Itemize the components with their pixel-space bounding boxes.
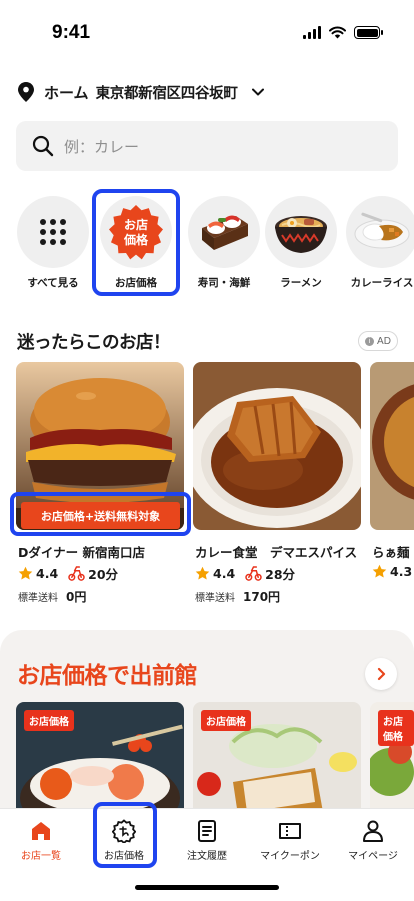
fee-value: 0円: [66, 590, 87, 604]
category-curry[interactable]: カレーライス: [339, 190, 414, 294]
store-meta: 4.4 20分: [18, 564, 118, 583]
nav-label: マイページ: [348, 851, 398, 862]
chevron-down-icon: [251, 88, 264, 96]
food-card[interactable]: お店価格: [193, 702, 361, 822]
nav-item-my-coupons[interactable]: マイクーポン: [249, 809, 331, 869]
store-price-section-title: お店価格で出前館: [17, 663, 198, 689]
category-label: すべて見る: [27, 277, 79, 289]
category-all[interactable]: すべて見る: [10, 190, 96, 294]
location-address: 東京都新宿区四谷坂町: [95, 85, 238, 102]
search-placeholder: 例：カレー: [64, 137, 140, 156]
store-meta: 4.3: [372, 564, 412, 579]
nav-focus-highlight: [93, 802, 157, 868]
status-icons: [303, 26, 383, 39]
battery-icon: [354, 26, 383, 39]
section-more-button[interactable]: [365, 658, 397, 690]
info-icon: i: [365, 336, 375, 346]
coupon-icon: [279, 823, 301, 839]
star-icon: [18, 566, 33, 580]
category-sushi[interactable]: 寿司・海鮮: [181, 190, 267, 294]
store-fee: 標準送料 170円: [195, 588, 280, 605]
curry-icon: [346, 196, 414, 268]
chevron-right-icon: [377, 667, 386, 681]
person-icon: [363, 820, 383, 842]
ramen-icon: [265, 196, 337, 268]
store-rating: 4.3: [390, 564, 413, 579]
nav-item-order-history[interactable]: 注文履歴: [166, 809, 248, 869]
store-card[interactable]: カレー食堂 デマエスパイス 4.4 28分 標準送料 170円: [193, 362, 361, 607]
home-indicator: [135, 885, 279, 890]
store-delivery-time: 28分: [265, 567, 296, 582]
category-label: 寿司・海鮮: [197, 277, 251, 289]
search-icon: [32, 135, 54, 157]
fee-value: 170円: [243, 590, 281, 604]
star-icon: [372, 564, 387, 578]
category-ramen[interactable]: ラーメン: [258, 190, 344, 294]
nav-label: マイクーポン: [260, 851, 320, 862]
home-icon: [32, 822, 50, 840]
ad-label: AD: [377, 335, 391, 347]
delivery-location-selector[interactable]: ホーム 東京都新宿区四谷坂町: [18, 78, 266, 106]
wifi-icon: [329, 26, 346, 39]
nav-item-my-page[interactable]: マイページ: [332, 809, 414, 869]
grid-icon: [17, 196, 89, 268]
delivery-bike-icon: [245, 566, 262, 581]
store-meta: 4.4 28分: [195, 564, 295, 583]
store-rating: 4.4: [213, 566, 236, 581]
recommended-section-title: 迷ったらこのお店！: [17, 333, 171, 353]
store-image-ramen: [370, 362, 414, 530]
store-name: Dダイナー 新宿南口店: [18, 545, 145, 560]
fee-label: 標準送料: [18, 593, 58, 604]
category-label: ラーメン: [280, 277, 322, 289]
signal-icon: [303, 26, 321, 39]
store-price-tag: お店価格: [24, 710, 74, 731]
sushi-icon: [188, 196, 260, 268]
promo-focus-highlight: [10, 492, 191, 536]
search-input[interactable]: 例：カレー: [16, 121, 398, 171]
store-price-tag: お店価格: [378, 710, 414, 746]
food-card[interactable]: お店価格: [370, 702, 414, 822]
location-home-label: ホーム: [44, 83, 89, 102]
category-focus-highlight: [92, 189, 180, 296]
status-bar: 9:41: [0, 0, 414, 64]
category-carousel[interactable]: すべて見る お店 価格 お店価格 寿司・海鮮 ラーメン カレーライス: [0, 190, 414, 300]
store-name: カレー食堂 デマエスパイス: [195, 545, 358, 560]
store-delivery-time: 20分: [88, 567, 119, 582]
status-time: 9:41: [52, 22, 91, 43]
delivery-bike-icon: [68, 566, 85, 581]
store-card[interactable]: Dダイナー 新宿南口店 4.4 20分 標準送料 0円: [16, 362, 184, 607]
category-label: カレーライス: [350, 277, 414, 289]
store-image-curry: [193, 362, 361, 530]
nav-item-store-list[interactable]: お店一覧: [0, 809, 82, 869]
store-name: らぁ麺 じ: [372, 545, 414, 560]
store-fee: 標準送料 0円: [18, 588, 86, 605]
store-card[interactable]: らぁ麺 じ 4.3: [370, 362, 414, 607]
nav-label: 注文履歴: [187, 851, 227, 862]
star-icon: [195, 566, 210, 580]
location-pin-icon: [18, 82, 34, 102]
ad-badge[interactable]: i AD: [358, 331, 398, 351]
receipt-icon: [198, 820, 216, 842]
nav-label: お店一覧: [21, 851, 61, 862]
fee-label: 標準送料: [195, 593, 235, 604]
store-rating: 4.4: [36, 566, 59, 581]
store-price-tag: お店価格: [201, 710, 251, 731]
